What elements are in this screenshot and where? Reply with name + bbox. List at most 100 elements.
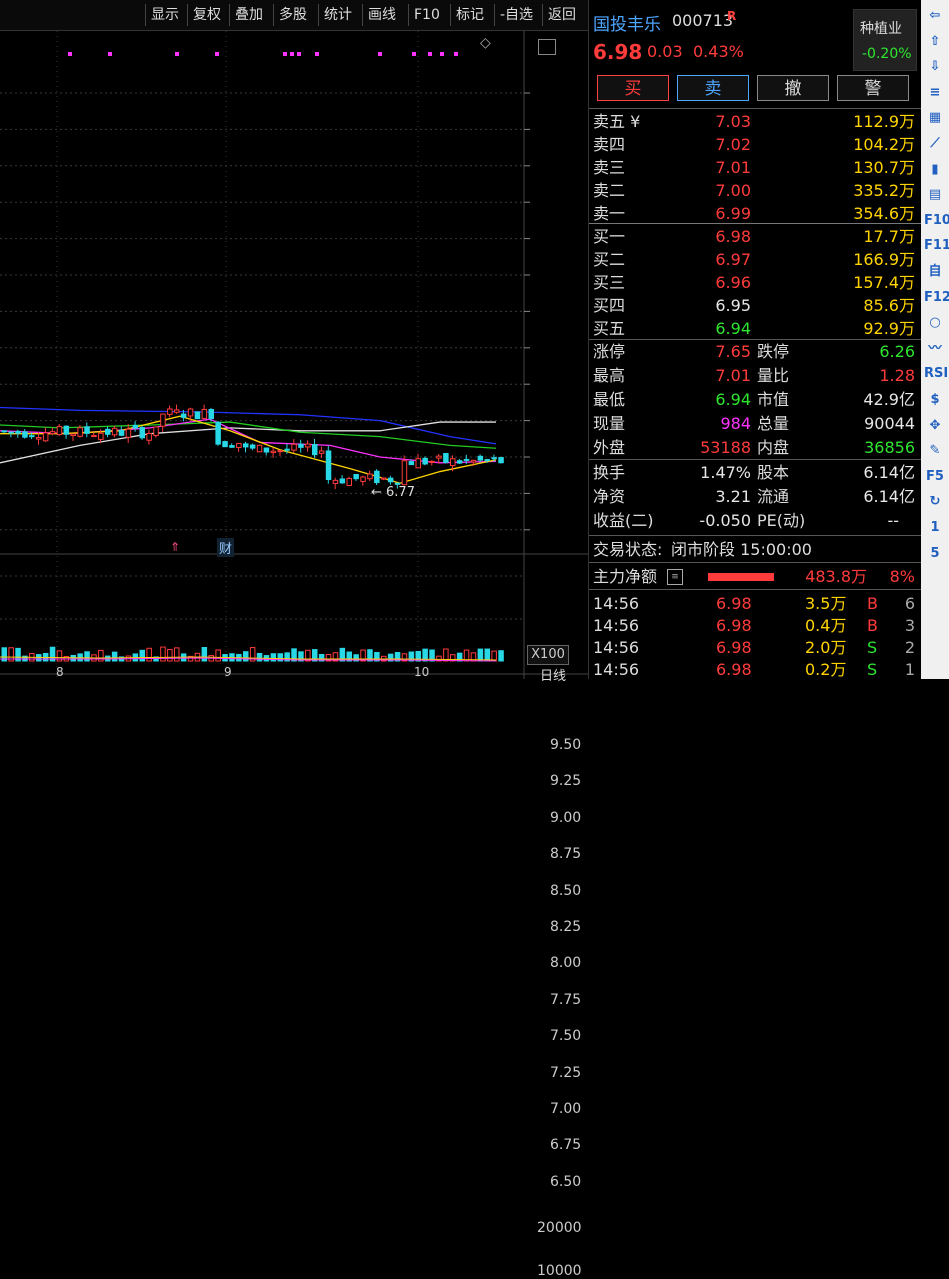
low-value: 6.94 [715,390,751,409]
stock-code: 000713 [672,11,734,30]
ask-volume: 130.7万 [853,158,915,177]
arrow-up-icon[interactable]: ⇧ [924,32,946,52]
f10-icon[interactable]: F10 [924,211,949,231]
ask-price: 6.99 [715,204,751,223]
toolbar-draw-button[interactable]: 画线 [362,4,401,26]
bid-volume: 166.9万 [853,250,915,269]
toolbar-back-button[interactable]: 返回 [542,4,581,26]
volume-unit[interactable]: X100 [527,645,569,665]
refresh-icon[interactable]: ↻ [924,492,946,512]
stats-row-limits: 涨停 7.65 跌停 6.26 [589,340,919,363]
bid-label: 买一 [593,227,626,246]
ask-row[interactable]: 卖三 7.01 130.7万 [589,156,919,179]
circle-icon[interactable]: ○ [924,313,946,333]
toolbar-watchlist-button[interactable]: -自选 [494,4,538,26]
ask-row[interactable]: 卖五 ¥ 7.03 112.9万 [589,110,919,133]
arrow-down-icon[interactable]: ⇩ [924,57,946,77]
candle-body [422,457,428,465]
cancel-order-button[interactable]: 撤 [757,75,829,101]
toolbar-mark-button[interactable]: 标记 [450,4,489,26]
vol-ratio-label: 量比 [757,366,790,385]
rsi-icon[interactable]: RSI [924,364,948,384]
report-icon[interactable]: ▤ [924,185,946,205]
side-toolbar: ⇦ ⇧ ⇩ ≡ ▦ ⟋ ▮ ▤ F10 F11 自 F12 ○ 〰 RSI $ ✥ ✎ F5 ↻ 1 5 [921,0,949,679]
tick-volume: 2.0万 [805,638,847,657]
list-icon[interactable]: ≡ [924,83,946,103]
candle-body [229,445,235,448]
bid-row[interactable]: 买二 6.97 166.9万 [589,248,919,271]
buy-button[interactable]: 买 [597,75,669,101]
bid-volume: 17.7万 [863,227,915,246]
sell-button[interactable]: 卖 [677,75,749,101]
ask-price: 7.01 [715,158,751,177]
candle-body [429,460,435,463]
signal-dot [454,52,458,56]
finance-marker[interactable]: 财 [217,538,235,557]
alert-button[interactable]: 警 [837,75,909,101]
toolbar-multi-button[interactable]: 多股 [273,4,312,26]
move-icon[interactable]: ✥ [924,416,946,436]
shares-value: 6.14亿 [863,463,915,482]
trade-status-value: 闭市阶段 15:00:00 [671,540,812,559]
kline-chart[interactable]: 9.50 9.25 9.00 8.75 8.50 8.25 8.00 7.75 7.50 7.25… [0,31,588,1279]
ask-row[interactable]: 卖四 7.02 104.2万 [589,133,919,156]
tick-price: 6.98 [716,660,752,679]
candle-body [381,477,387,480]
bid-volume: 92.9万 [863,319,915,338]
period-label[interactable]: 日线 [540,665,566,684]
line-chart-icon[interactable]: ⟋ [924,134,946,154]
ask-row[interactable]: 卖二 7.00 335.2万 [589,179,919,202]
candle-body [456,460,463,464]
sector-box[interactable]: 种植业 -0.20% [853,9,917,71]
candle-body [153,426,159,437]
candle-body [146,432,152,441]
arrow-left-icon[interactable]: ⇦ [924,6,946,26]
price-tick-label: 7.25 [550,1064,582,1081]
candle-body [284,448,290,451]
price-tick-label: 8.50 [550,882,582,899]
bid-row[interactable]: 买五 6.94 92.9万 [589,317,919,340]
signal-dot [175,52,179,56]
toolbar-stats-button[interactable]: 统计 [318,4,357,26]
candle-body [360,476,366,482]
f5-icon[interactable]: F5 [924,467,946,487]
stats-row-nav: 净资 3.21 流通 6.14亿 [589,485,919,508]
wave-icon[interactable]: 〰 [924,339,946,359]
main-force-row[interactable]: 主力净额 ≡ 483.8万 8% [589,565,919,588]
toolbar-overlay-button[interactable]: 叠加 [229,4,268,26]
ask-volume: 354.6万 [853,204,915,223]
trade-status: 交易状态: 闭市阶段 15:00:00 [589,538,919,561]
bid-row[interactable]: 买三 6.96 157.4万 [589,271,919,294]
money-icon[interactable]: $ [924,390,946,410]
layout-toggle-icon[interactable] [538,39,556,55]
page-5-icon[interactable]: 5 [924,544,946,564]
bid-price: 6.94 [715,319,751,338]
volume-tick-label: 20000 [537,1220,582,1236]
volume-bar [84,651,90,662]
event-up-icon[interactable]: ⇑ [170,540,180,554]
candle-body [498,457,504,464]
toolbar-f10-button[interactable]: F10 [408,4,445,26]
candle-body [367,473,373,480]
eps-value: -0.050 [699,511,751,530]
f11-icon[interactable]: F11 [924,236,949,256]
total-vol-label: 总量 [757,414,790,433]
f12-icon[interactable]: F12 [924,288,949,308]
bid-row[interactable]: 买一 6.98 17.7万 [589,225,919,248]
candle-body [63,425,70,435]
diamond-icon[interactable]: ◇ [480,35,491,51]
chart-toolbar: 显示 复权 叠加 多股 统计 画线 F10 标记 -自选 返回 [0,0,588,31]
bid-row[interactable]: 买四 6.95 85.6万 [589,294,919,317]
price-tick-label: 8.00 [550,955,582,972]
ask-row[interactable]: 卖一 6.99 354.6万 [589,202,919,225]
candle-icon[interactable]: ▮ [924,160,946,180]
grid-icon[interactable]: ▦ [924,108,946,128]
toolbar-adjust-button[interactable]: 复权 [187,4,226,26]
shares-label: 股本 [757,463,790,482]
main-force-list-icon[interactable]: ≡ [667,569,683,585]
candle-body [132,424,139,429]
page-1-icon[interactable]: 1 [924,518,946,538]
self-icon[interactable]: 自 [924,262,946,282]
toolbar-display-button[interactable]: 显示 [145,4,184,26]
pencil-icon[interactable]: ✎ [924,441,946,461]
